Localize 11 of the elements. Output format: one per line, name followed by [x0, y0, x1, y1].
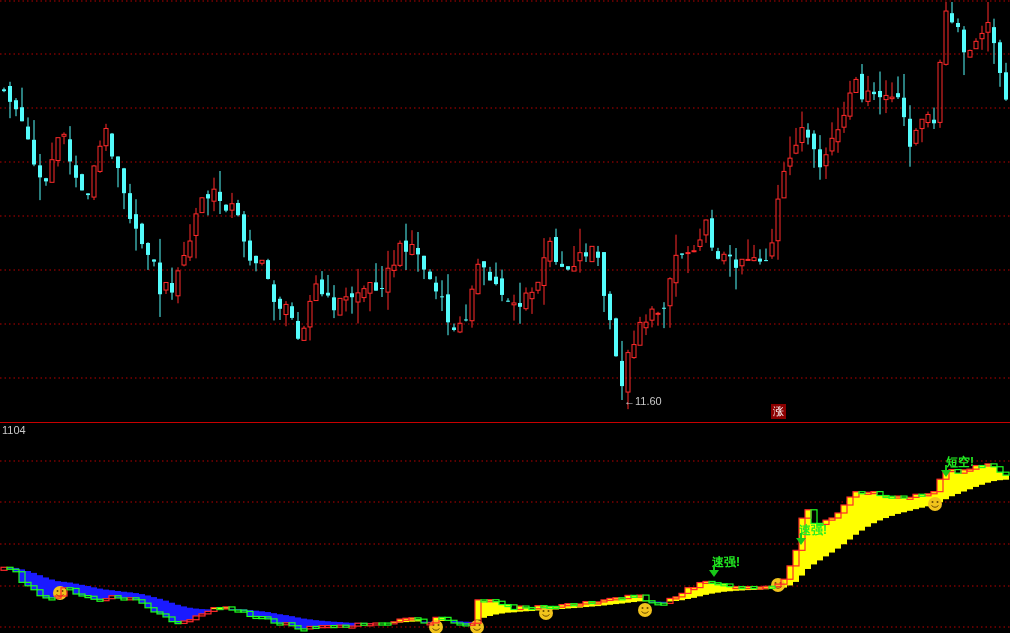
smiley-icon — [771, 578, 785, 592]
smiley-icon — [638, 603, 652, 617]
smiley-icon — [539, 606, 553, 620]
rise-badge: 涨 — [771, 404, 786, 419]
smiley-icon — [470, 620, 484, 633]
signal-label: 速强! — [712, 556, 740, 569]
smiley-icon — [429, 620, 443, 633]
signal-label: 短空! — [946, 456, 974, 469]
smiley-icon — [53, 586, 67, 600]
smiley-icon — [928, 497, 942, 511]
indicator-value-label: 1104 — [2, 424, 26, 437]
